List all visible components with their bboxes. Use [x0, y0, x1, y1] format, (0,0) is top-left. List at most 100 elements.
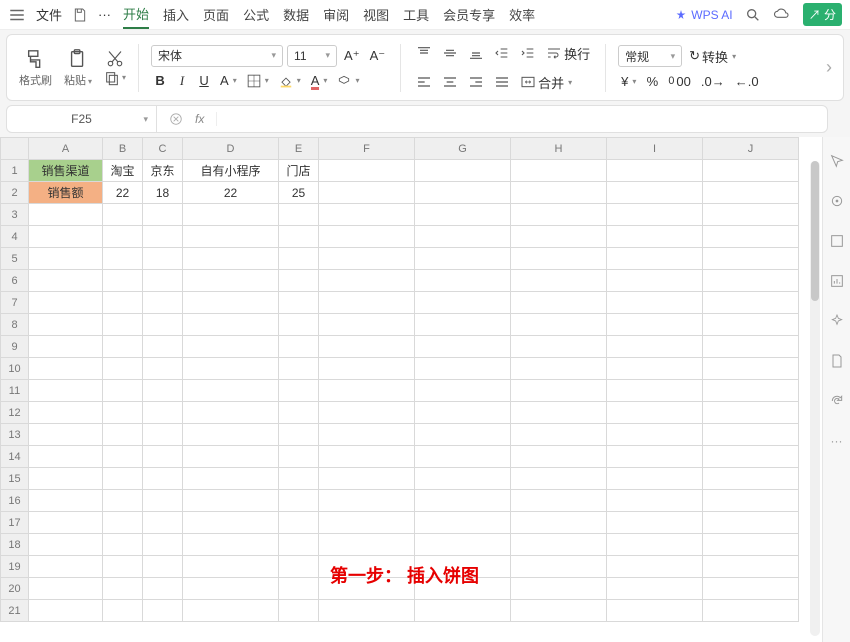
- cell-E11[interactable]: [279, 380, 319, 402]
- cell-A16[interactable]: [29, 490, 103, 512]
- cell-I10[interactable]: [607, 358, 703, 380]
- cell-J2[interactable]: [703, 182, 799, 204]
- cell-I3[interactable]: [607, 204, 703, 226]
- cell-H5[interactable]: [511, 248, 607, 270]
- cell-C10[interactable]: [143, 358, 183, 380]
- vertical-scrollbar[interactable]: [810, 161, 820, 636]
- cell-B12[interactable]: [103, 402, 143, 424]
- cell-A3[interactable]: [29, 204, 103, 226]
- italic-button[interactable]: I: [173, 71, 191, 91]
- cell-B18[interactable]: [103, 534, 143, 556]
- cell-F5[interactable]: [319, 248, 415, 270]
- cell-J7[interactable]: [703, 292, 799, 314]
- cell-B5[interactable]: [103, 248, 143, 270]
- cell-I15[interactable]: [607, 468, 703, 490]
- cell-E9[interactable]: [279, 336, 319, 358]
- row-header[interactable]: 15: [1, 468, 29, 490]
- cell-H12[interactable]: [511, 402, 607, 424]
- clear-format-button[interactable]: [334, 72, 362, 90]
- cell-D9[interactable]: [183, 336, 279, 358]
- column-header-C[interactable]: C: [143, 138, 183, 160]
- cell-F1[interactable]: [319, 160, 415, 182]
- cell-J3[interactable]: [703, 204, 799, 226]
- cell-B19[interactable]: [103, 556, 143, 578]
- cell-J8[interactable]: [703, 314, 799, 336]
- cell-J4[interactable]: [703, 226, 799, 248]
- cell-F18[interactable]: [319, 534, 415, 556]
- cell-I13[interactable]: [607, 424, 703, 446]
- cell-A7[interactable]: [29, 292, 103, 314]
- cell-E13[interactable]: [279, 424, 319, 446]
- cell-G4[interactable]: [415, 226, 511, 248]
- more-icon[interactable]: ···: [98, 7, 111, 22]
- align-left-button[interactable]: [413, 72, 435, 92]
- cell-A15[interactable]: [29, 468, 103, 490]
- cell-A8[interactable]: [29, 314, 103, 336]
- cell-E2[interactable]: 25: [279, 182, 319, 204]
- file-menu[interactable]: 文件: [36, 5, 62, 24]
- cell-B17[interactable]: [103, 512, 143, 534]
- row-header[interactable]: 8: [1, 314, 29, 336]
- cell-C6[interactable]: [143, 270, 183, 292]
- cell-G15[interactable]: [415, 468, 511, 490]
- cell-H8[interactable]: [511, 314, 607, 336]
- cell-F14[interactable]: [319, 446, 415, 468]
- tab-formula[interactable]: 公式: [243, 1, 269, 28]
- cell-D13[interactable]: [183, 424, 279, 446]
- row-header[interactable]: 3: [1, 204, 29, 226]
- cell-J14[interactable]: [703, 446, 799, 468]
- cell-E20[interactable]: [279, 578, 319, 600]
- cell-J13[interactable]: [703, 424, 799, 446]
- cell-D18[interactable]: [183, 534, 279, 556]
- format-painter-icon[interactable]: [25, 48, 47, 70]
- save-icon[interactable]: [72, 7, 88, 23]
- cell-B3[interactable]: [103, 204, 143, 226]
- row-header[interactable]: 5: [1, 248, 29, 270]
- cell-D19[interactable]: [183, 556, 279, 578]
- column-header-A[interactable]: A: [29, 138, 103, 160]
- tab-tools[interactable]: 工具: [403, 1, 429, 28]
- row-header[interactable]: 6: [1, 270, 29, 292]
- cell-H7[interactable]: [511, 292, 607, 314]
- column-header-F[interactable]: F: [319, 138, 415, 160]
- ribbon-overflow-icon[interactable]: ›: [823, 55, 835, 80]
- row-header[interactable]: 12: [1, 402, 29, 424]
- cell-C21[interactable]: [143, 600, 183, 622]
- bold-button[interactable]: B: [151, 71, 169, 90]
- cell-G16[interactable]: [415, 490, 511, 512]
- cell-A5[interactable]: [29, 248, 103, 270]
- share-button[interactable]: ↗ 分: [803, 3, 842, 26]
- cell-J1[interactable]: [703, 160, 799, 182]
- cell-B11[interactable]: [103, 380, 143, 402]
- cell-G2[interactable]: [415, 182, 511, 204]
- cell-B2[interactable]: 22: [103, 182, 143, 204]
- cell-A1[interactable]: 销售渠道: [29, 160, 103, 182]
- cell-G12[interactable]: [415, 402, 511, 424]
- cell-B10[interactable]: [103, 358, 143, 380]
- cell-B13[interactable]: [103, 424, 143, 446]
- number-format-select[interactable]: 常规▾: [618, 45, 682, 67]
- font-style-more[interactable]: A: [217, 71, 240, 90]
- cell-D5[interactable]: [183, 248, 279, 270]
- row-header[interactable]: 16: [1, 490, 29, 512]
- name-box[interactable]: F25 ▾: [7, 106, 157, 132]
- comma-style-button[interactable]: 000: [665, 72, 694, 91]
- side-page-icon[interactable]: [827, 351, 847, 371]
- tab-start[interactable]: 开始: [123, 0, 149, 29]
- row-header[interactable]: 2: [1, 182, 29, 204]
- cancel-formula-icon[interactable]: [169, 112, 183, 126]
- cell-B1[interactable]: 淘宝: [103, 160, 143, 182]
- wrap-text-button[interactable]: 换行: [543, 42, 593, 65]
- tab-data[interactable]: 数据: [283, 1, 309, 28]
- cell-B4[interactable]: [103, 226, 143, 248]
- side-property-icon[interactable]: [827, 231, 847, 251]
- cell-F15[interactable]: [319, 468, 415, 490]
- cell-G18[interactable]: [415, 534, 511, 556]
- increase-decimal-button[interactable]: ←.0: [732, 72, 762, 91]
- borders-button[interactable]: [244, 72, 272, 90]
- align-bottom-button[interactable]: [465, 43, 487, 63]
- cell-H18[interactable]: [511, 534, 607, 556]
- side-more-icon[interactable]: ···: [827, 431, 847, 451]
- cell-F12[interactable]: [319, 402, 415, 424]
- cell-F3[interactable]: [319, 204, 415, 226]
